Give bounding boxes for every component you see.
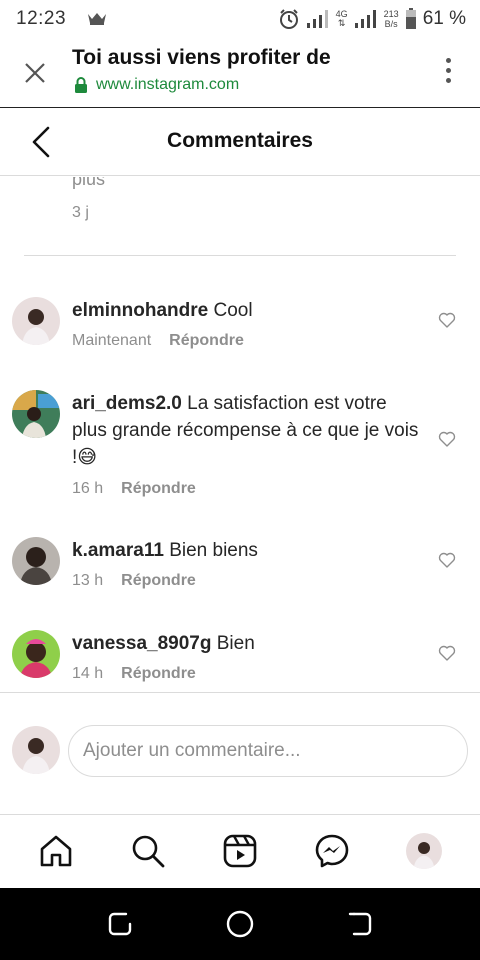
messenger-icon[interactable] — [314, 833, 350, 869]
status-icons: 4G ⇅ 213 B/s 61 % — [278, 6, 466, 32]
battery-percent: 61 % — [422, 8, 466, 29]
comment-meta: 14 h Répondre — [72, 665, 196, 683]
network-indicator: 4G ⇅ — [336, 10, 348, 28]
comment-meta: 13 h Répondre — [72, 572, 196, 590]
more-options-icon[interactable] — [444, 58, 452, 88]
divider — [24, 255, 456, 256]
header-title: Commentaires — [167, 129, 313, 152]
comment-time: 14 h — [72, 665, 104, 682]
status-time: 12:23 — [16, 8, 67, 29]
browser-bar: Toi aussi viens profiter de www.instagra… — [0, 38, 480, 108]
comment-body: elminnohandre Cool — [72, 297, 422, 324]
heart-icon[interactable] — [438, 644, 456, 662]
bottom-nav — [0, 814, 480, 888]
signal-icon — [306, 10, 328, 28]
avatar[interactable] — [12, 537, 60, 585]
comment-body: k.amara11 Bien biens — [72, 537, 422, 564]
comment-input[interactable] — [68, 725, 468, 777]
my-avatar — [12, 726, 60, 774]
comments-list[interactable]: plus 3 j elminnohandre Cool Maintenant R… — [0, 177, 480, 692]
reels-icon[interactable] — [222, 833, 258, 869]
avatar[interactable] — [12, 297, 60, 345]
home-button-icon[interactable] — [226, 910, 254, 938]
add-comment-bar — [0, 692, 480, 814]
reply-button[interactable]: Répondre — [121, 665, 196, 683]
battery-icon — [405, 8, 416, 29]
comment-username[interactable]: ari_dems2.0 — [72, 393, 182, 414]
page-title: Toi aussi viens profiter de — [72, 46, 331, 69]
heart-icon[interactable] — [438, 551, 456, 569]
reply-button[interactable]: Répondre — [121, 572, 196, 590]
speed-value: 213 — [383, 9, 399, 19]
comment-text: Bien — [216, 633, 255, 654]
heart-icon[interactable] — [438, 311, 456, 329]
url-row: www.instagram.com — [74, 76, 239, 94]
comment-time: Maintenant — [72, 332, 152, 349]
heart-icon[interactable] — [438, 430, 456, 448]
alarm-icon — [279, 9, 298, 29]
comment-text: Cool — [213, 300, 253, 321]
reply-button[interactable]: Répondre — [169, 332, 244, 350]
comment-text: Bien biens — [169, 540, 258, 561]
url-text: www.instagram.com — [96, 76, 240, 93]
android-nav-bar — [0, 888, 480, 960]
speed-unit: B/s — [384, 19, 398, 29]
recent-apps-icon[interactable] — [106, 910, 134, 938]
back-button-icon[interactable] — [346, 910, 374, 938]
previous-comment-tail: plus — [72, 177, 106, 189]
reply-button[interactable]: Répondre — [121, 480, 196, 498]
comment-time: 13 h — [72, 572, 104, 589]
avatar[interactable] — [12, 630, 60, 678]
data-arrows-icon: ⇅ — [337, 18, 346, 28]
comment-meta: 16 h Répondre — [72, 480, 196, 498]
comment-body: vanessa_8907g Bien — [72, 630, 422, 657]
comment-time: 16 h — [72, 480, 104, 497]
signal-icon-2 — [354, 10, 376, 28]
close-icon[interactable] — [22, 60, 48, 86]
home-icon[interactable] — [38, 833, 74, 869]
comment-username[interactable]: k.amara11 — [72, 540, 164, 561]
comments-header: Commentaires — [0, 108, 480, 176]
profile-avatar[interactable] — [406, 833, 442, 869]
search-icon[interactable] — [130, 833, 166, 869]
lock-icon — [75, 77, 87, 93]
crown-icon — [88, 13, 106, 25]
speed-indicator: 213 B/s — [384, 9, 399, 29]
comment-meta: Maintenant Répondre — [72, 332, 244, 350]
previous-comment-time: 3 j — [72, 204, 89, 221]
comment-username[interactable]: elminnohandre — [72, 300, 208, 321]
comment-body: ari_dems2.0 La satisfaction est votre pl… — [72, 390, 422, 471]
status-bar: 12:23 4G ⇅ 213 B/s 61 % — [0, 0, 480, 38]
avatar[interactable] — [12, 390, 60, 438]
comment-username[interactable]: vanessa_8907g — [72, 633, 211, 654]
